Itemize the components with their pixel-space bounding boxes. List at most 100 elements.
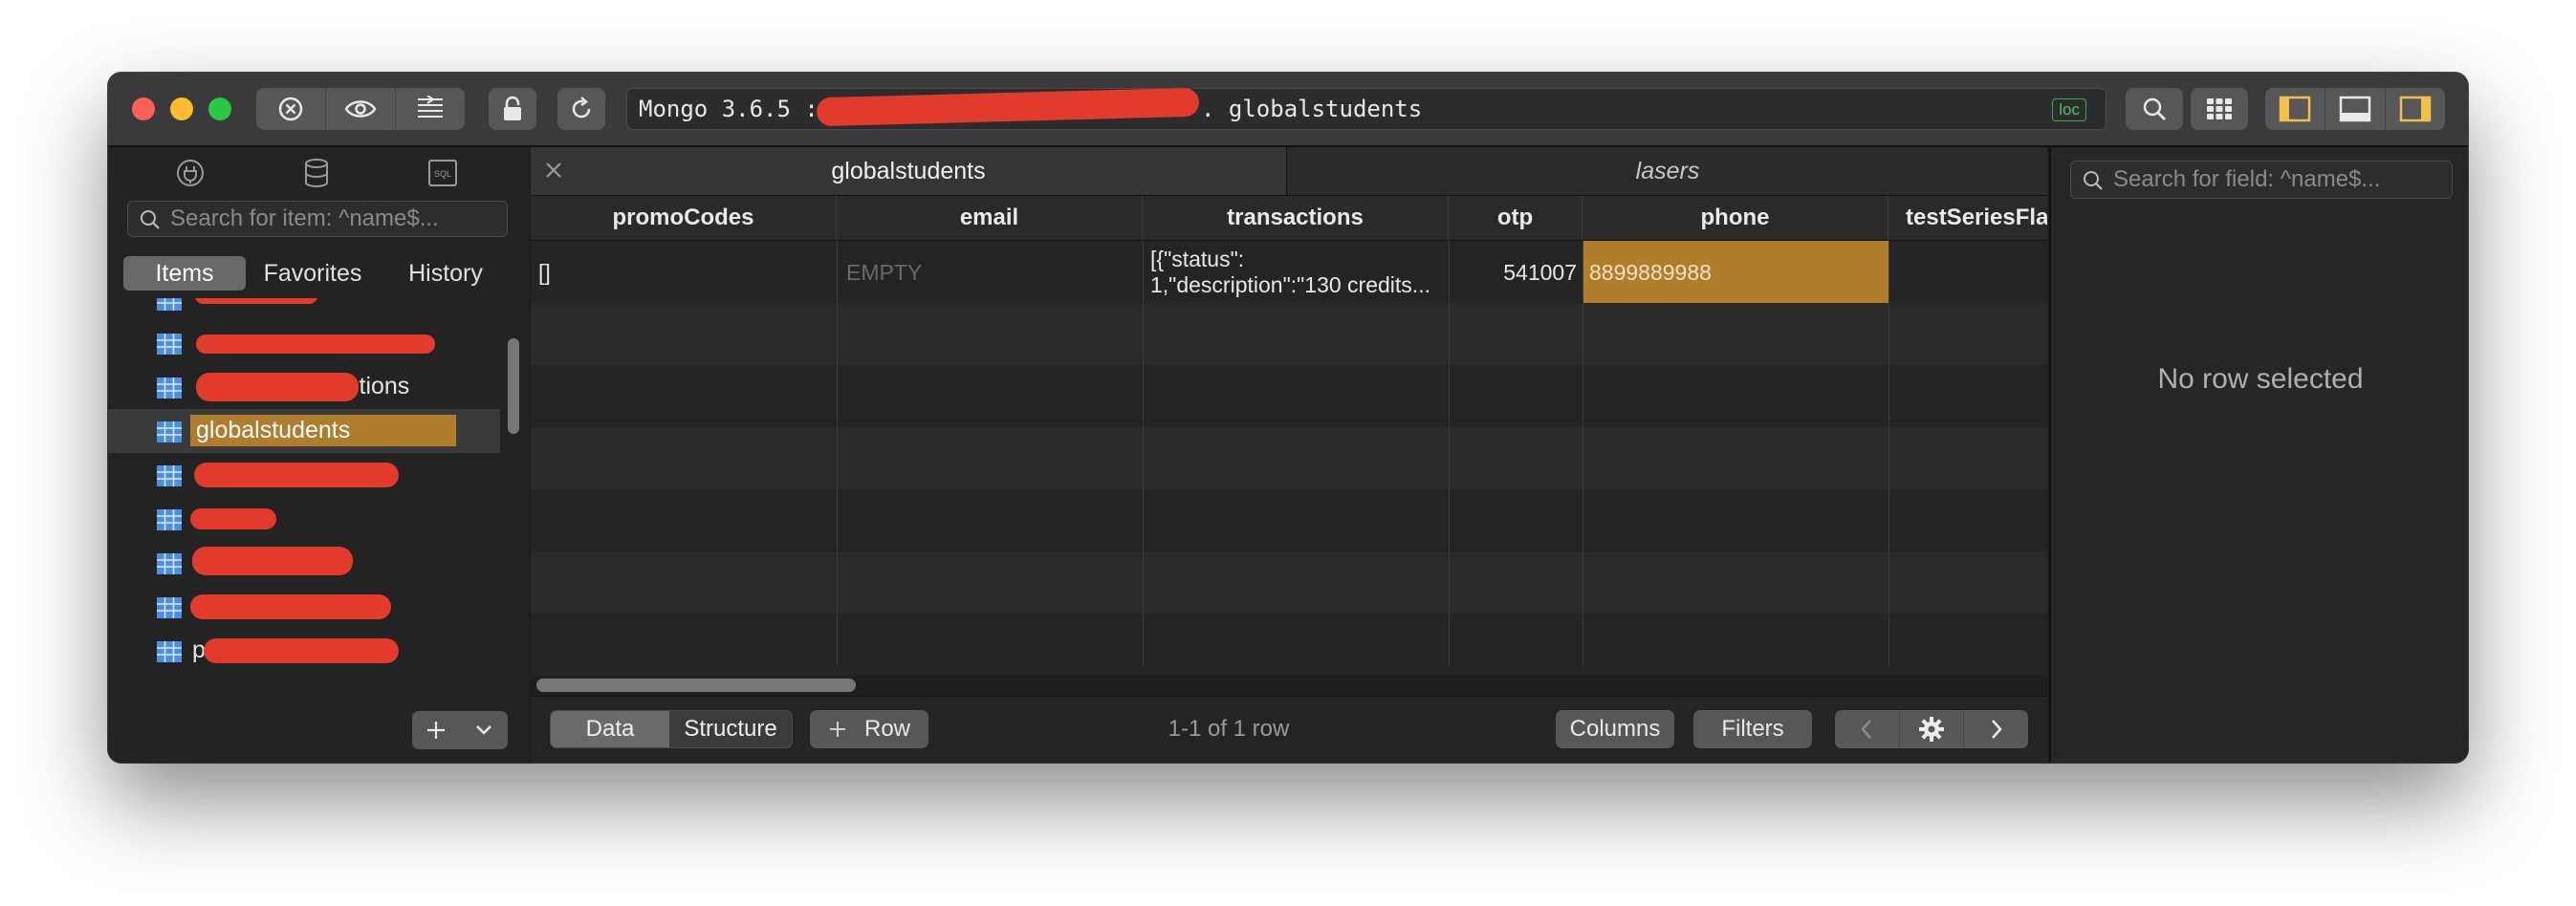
preview-button[interactable] [326,88,396,130]
add-row-label: Row [863,716,910,742]
database-mode-button[interactable] [297,157,336,189]
redaction-mark [192,547,353,575]
bottom-bar: Data Structure Row 1-1 of 1 row Columns … [531,696,2047,763]
column-divider [1888,241,1889,666]
data-view-button[interactable]: Data [551,711,669,747]
table-row [531,614,2047,676]
table-icon [157,421,182,442]
previous-page-button[interactable] [1835,710,1900,748]
cell-email[interactable]: EMPTY [846,260,1133,286]
item-search-input[interactable]: Search for item: ^name$... [127,201,508,237]
search-icon [2084,171,2103,190]
cell-phone-selected[interactable]: 8899889988 [1583,241,1888,303]
lines-list-icon [418,96,443,118]
tab-label: lasers [1635,157,1700,184]
chevron-down-icon [476,725,491,735]
column-header-email[interactable]: email [837,196,1143,240]
column-header-otp[interactable]: otp [1449,196,1583,240]
table-icon [157,641,182,662]
redaction-mark [196,373,359,401]
tab-globalstudents[interactable]: globalstudents [531,147,1287,195]
next-page-button[interactable] [1964,710,2028,748]
list-item[interactable] [108,585,500,629]
tab-favorites[interactable]: Favorites [246,256,380,291]
field-search-input[interactable]: Search for field: ^name$... [2070,161,2453,199]
grid-button[interactable] [2191,88,2248,130]
loc-badge: loc [2052,98,2086,121]
close-connection-button[interactable] [256,88,326,130]
app-window: Mongo 3.6.5 : . globalstudents loc SQL S… [108,73,2468,763]
sidebar-tabs: Items Favorites History [123,256,515,291]
cell-transactions-line1: [{"status": [1150,247,1245,271]
add-item-button[interactable] [412,711,460,749]
lock-button[interactable] [489,88,536,130]
column-header-transactions[interactable]: transactions [1143,196,1449,240]
list-item-label: globalstudents [190,415,456,446]
tab-history[interactable]: History [380,256,512,291]
search-icon [141,210,160,229]
close-window-button[interactable] [132,97,155,120]
list-item[interactable] [108,321,500,365]
list-item[interactable] [108,541,500,585]
refresh-button[interactable] [557,88,605,130]
columns-button[interactable]: Columns [1556,710,1674,748]
table-body [531,241,2047,676]
minimize-window-button[interactable] [170,97,193,120]
grid-icon [2207,98,2232,119]
table-row [531,489,2047,551]
filters-button[interactable]: Filters [1693,710,1812,748]
table-icon [157,334,182,355]
table-row [531,551,2047,614]
cell-transactions[interactable]: [{"status": 1,"description":"130 credits… [1150,247,1443,298]
tab-items[interactable]: Items [123,256,246,291]
redaction-mark [196,334,435,354]
column-header-testseriesfla[interactable]: testSeriesFla [1888,196,2047,240]
database-icon [305,159,328,187]
horizontal-scrollbar[interactable] [536,679,856,692]
address-prefix: Mongo 3.6.5 : [639,96,819,122]
left-pane-icon [2279,96,2311,122]
list-item[interactable]: ctions [108,365,500,409]
sidebar-scroll-thumb[interactable] [508,338,519,434]
list-item[interactable] [108,298,500,321]
right-pane-icon [2399,96,2432,122]
column-divider [1449,241,1450,666]
redaction-mark [194,298,318,304]
query-button[interactable] [396,88,465,130]
refresh-icon [572,97,591,119]
add-item-group [412,711,508,749]
tab-lasers[interactable]: lasers [1288,147,2047,195]
column-header-promocodes[interactable]: promoCodes [531,196,837,240]
list-item[interactable] [108,497,500,541]
toggle-bottom-pane-button[interactable] [2325,88,2386,130]
toggle-right-pane-button[interactable] [2386,88,2445,130]
add-item-menu-button[interactable] [460,711,508,749]
redaction-mark [190,508,276,529]
row-count: 1-1 of 1 row [1168,716,1290,742]
add-row-button[interactable]: Row [810,710,928,748]
list-item[interactable]: p [108,629,500,673]
table-icon [157,509,182,530]
column-header-phone[interactable]: phone [1583,196,1888,240]
close-tab-icon[interactable] [544,161,563,180]
field-search-placeholder: Search for field: ^name$... [2113,166,2381,192]
list-item-selected[interactable]: globalstudents [108,409,500,453]
detail-panel: Search for field: ^name$... No row selec… [2049,147,2468,763]
cell-otp[interactable]: 541007 [1449,260,1577,286]
sql-mode-button[interactable]: SQL [424,157,462,189]
settings-button[interactable] [1900,710,1965,748]
chevron-right-icon [1991,720,2002,739]
toggle-left-pane-button[interactable] [2265,88,2325,130]
search-button[interactable] [2126,88,2183,130]
cell-promocodes[interactable]: [] [538,260,825,286]
view-toggle-group [2265,88,2445,130]
table-icon [157,465,182,486]
table-header: promoCodes email transactions otp phone … [531,196,2047,241]
structure-view-button[interactable]: Structure [669,711,792,747]
list-item[interactable] [108,453,500,497]
connection-mode-button[interactable] [171,157,209,189]
zoom-window-button[interactable] [208,97,231,120]
view-mode-control: Data Structure [550,710,793,748]
collection-list: ctions globalstudents p [108,298,500,700]
sql-icon: SQL [428,160,457,186]
